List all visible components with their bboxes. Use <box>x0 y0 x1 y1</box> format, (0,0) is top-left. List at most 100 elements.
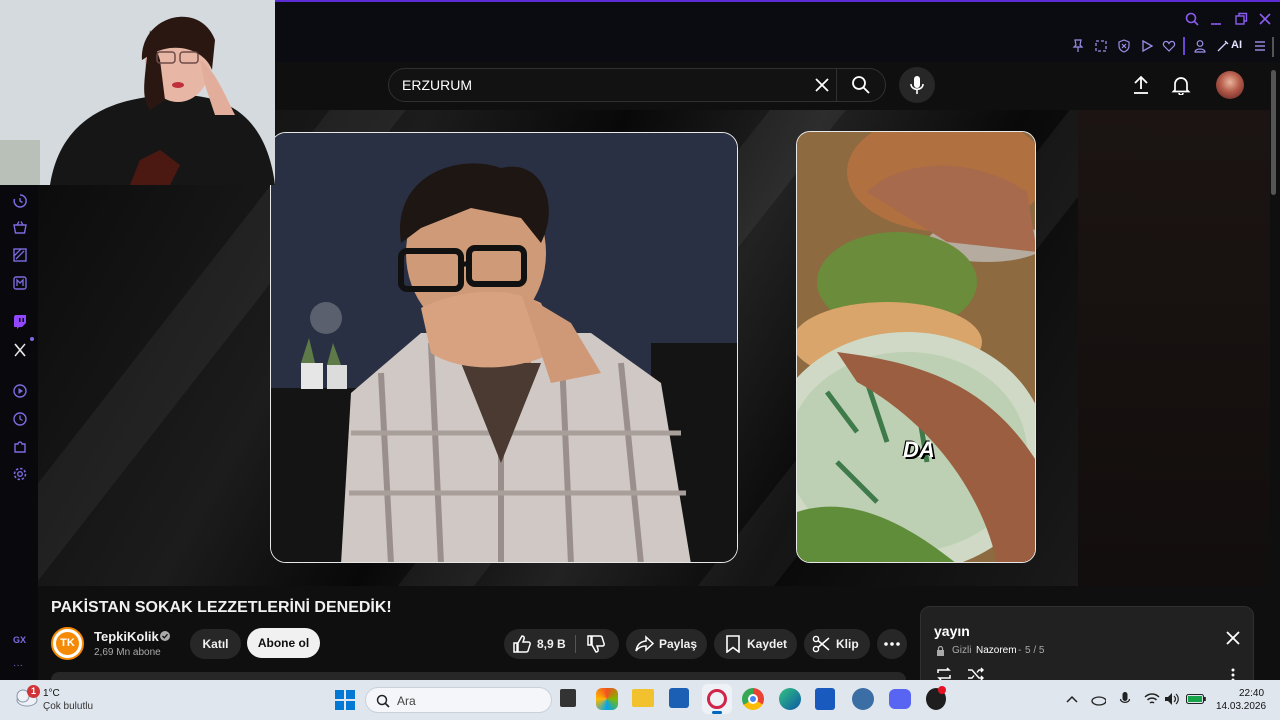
messenger-icon[interactable] <box>12 275 28 291</box>
player-icon[interactable] <box>12 383 28 399</box>
edge-icon[interactable] <box>779 688 801 710</box>
scissors-icon <box>812 635 830 653</box>
browser-toolbar: AI <box>276 34 1280 60</box>
playlist-owner[interactable]: Nazorem <box>976 645 1017 656</box>
microphone-icon[interactable] <box>1119 691 1131 707</box>
extensions-icon[interactable] <box>12 439 28 455</box>
microphone-icon <box>910 76 924 94</box>
chrome-center <box>748 694 758 704</box>
shopping-icon[interactable] <box>12 220 28 236</box>
aria-icon <box>1217 40 1229 52</box>
like-divider <box>575 635 576 653</box>
video-frame-reactor <box>270 132 738 563</box>
windows-taskbar: 1 1°C Çok bulutlu Ara 22:40 14.03.2026 <box>0 680 1280 720</box>
pin-icon[interactable] <box>1071 39 1085 53</box>
history-icon[interactable] <box>12 193 28 209</box>
notification-dot <box>30 337 34 341</box>
onedrive-icon[interactable] <box>1090 692 1106 706</box>
subscriber-count: 2,69 Mn abone <box>94 647 161 658</box>
menu-icon[interactable] <box>1253 39 1267 53</box>
minimize-icon[interactable] <box>1209 12 1223 26</box>
verified-icon <box>160 631 170 641</box>
browser-sidebar: GX ··· <box>0 185 38 680</box>
search-icon <box>376 694 390 708</box>
toolbar-edge <box>1272 37 1274 57</box>
restore-icon[interactable] <box>1234 12 1248 26</box>
voice-search-button[interactable] <box>899 67 935 103</box>
clear-search-icon[interactable] <box>814 77 830 93</box>
ai-label: AI <box>1231 39 1242 51</box>
close-icon[interactable] <box>1258 12 1272 26</box>
play-icon[interactable] <box>1140 39 1154 53</box>
twitch-icon[interactable] <box>12 314 28 330</box>
settings-icon[interactable] <box>12 466 28 482</box>
active-indicator <box>712 711 722 714</box>
video-frame-food: DA <box>796 131 1036 563</box>
share-button[interactable]: Paylaş <box>626 629 707 659</box>
x-icon[interactable] <box>12 342 28 358</box>
store-icon[interactable] <box>669 688 689 708</box>
thumbs-down-icon <box>587 635 605 653</box>
search-query[interactable]: ERZURUM <box>402 77 472 93</box>
avatar[interactable] <box>1216 71 1244 99</box>
playlist-separator: - <box>1018 645 1022 656</box>
channel-avatar[interactable]: TK <box>51 627 84 660</box>
video-caption: DA <box>903 437 935 462</box>
channel-logo: TK <box>56 632 79 655</box>
taskbar-search[interactable]: Ara <box>365 687 552 713</box>
heart-icon[interactable] <box>1162 39 1176 53</box>
battery-icon[interactable] <box>1186 693 1206 705</box>
playlist-privacy: Gizli <box>952 645 972 656</box>
shuffle-icon[interactable] <box>967 667 985 681</box>
playlist-position: 5 / 5 <box>1025 645 1045 656</box>
shield-icon[interactable] <box>1117 39 1131 53</box>
like-button[interactable] <box>512 634 532 654</box>
profile-icon[interactable] <box>1193 39 1207 53</box>
search-icon[interactable] <box>1185 12 1199 26</box>
weather-badge: 1 <box>27 685 40 698</box>
wifi-icon[interactable] <box>1144 692 1160 706</box>
weather-desc[interactable]: Çok bulutlu <box>43 701 93 712</box>
more-actions-button[interactable] <box>877 629 907 659</box>
playlist-title[interactable]: yayın <box>934 623 970 639</box>
sidebar-more[interactable]: ··· <box>13 660 23 671</box>
dislike-button[interactable] <box>586 634 606 654</box>
clock-date[interactable]: 14.03.2026 <box>1216 701 1266 712</box>
opera-gx-app[interactable] <box>702 684 732 714</box>
close-playlist-icon[interactable] <box>1226 631 1240 645</box>
opera-gx-icon[interactable] <box>926 686 946 710</box>
notifications-icon[interactable] <box>1171 75 1191 95</box>
clip-button[interactable]: Klip <box>804 629 870 659</box>
aria-button[interactable]: AI <box>1216 38 1252 54</box>
page-scrollbar[interactable] <box>1271 70 1276 195</box>
clock-time[interactable]: 22:40 <box>1239 688 1264 699</box>
upload-icon[interactable] <box>1131 75 1151 95</box>
clock-icon[interactable] <box>12 411 28 427</box>
share-icon <box>635 635 655 652</box>
channel-name[interactable]: TepkiKolik <box>94 629 159 644</box>
search-button[interactable] <box>851 75 871 95</box>
clip-label: Klip <box>836 637 859 651</box>
weather-temp[interactable]: 1°C <box>43 688 60 699</box>
taskbar-search-placeholder: Ara <box>397 694 416 708</box>
description-box[interactable] <box>51 672 906 680</box>
join-button[interactable]: Katıl <box>190 629 241 659</box>
chrome-icon[interactable] <box>742 688 764 710</box>
copilot-icon[interactable] <box>596 688 618 710</box>
chevron-up-icon[interactable] <box>1066 695 1078 703</box>
file-explorer-icon[interactable] <box>632 689 654 707</box>
volume-icon[interactable] <box>1164 692 1180 706</box>
start-icon[interactable] <box>335 690 355 710</box>
video-side-area <box>1078 110 1270 586</box>
task-view-icon[interactable] <box>560 689 576 707</box>
loop-icon[interactable] <box>935 667 953 681</box>
subscribe-button[interactable]: Abone ol <box>247 628 320 658</box>
lock-icon <box>937 646 944 656</box>
save-button[interactable]: Kaydet <box>714 629 797 659</box>
wallet-icon[interactable] <box>12 247 28 263</box>
snapshot-icon[interactable] <box>1094 39 1108 53</box>
discord-icon[interactable] <box>889 689 911 709</box>
word-icon[interactable] <box>815 688 835 710</box>
globe-app-icon[interactable] <box>852 688 874 710</box>
opera-icon <box>707 689 727 709</box>
